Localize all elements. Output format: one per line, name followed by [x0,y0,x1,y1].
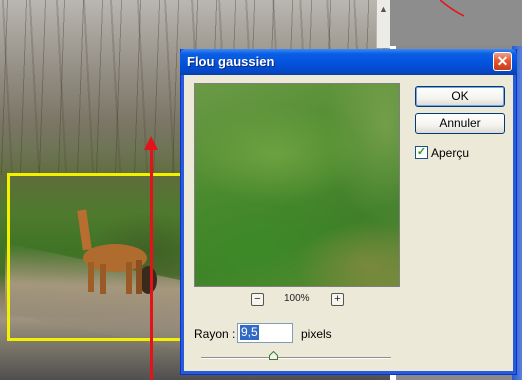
close-icon: ✕ [496,53,509,69]
checkmark-icon: ✓ [416,146,427,158]
radius-unit: pixels [301,327,332,341]
dialog-titlebar[interactable]: Flou gaussien ✕ [180,49,517,75]
radius-input[interactable]: 9,5 [237,323,293,343]
preview-checkbox-label: Aperçu [431,146,470,160]
zoom-in-button[interactable]: + [331,293,344,306]
ok-button[interactable]: OK [415,86,505,107]
radius-value: 9,5 [240,325,259,340]
preview-image[interactable] [194,83,400,287]
zoom-controls: − 100% + [251,293,351,309]
dialog-title: Flou gaussien [187,54,275,69]
zoom-level: 100% [284,293,310,304]
selection-rectangle [7,173,185,341]
red-arrow [150,148,153,380]
radius-label: Rayon : [194,327,236,341]
preview-checkbox[interactable]: ✓ [415,146,428,159]
red-arrow-head [144,136,158,150]
zoom-in-icon: + [334,293,341,305]
red-annotation-curve [440,0,465,17]
cancel-button[interactable]: Annuler [415,113,505,134]
gaussian-blur-dialog: Flou gaussien ✕ − 100% + OK Annuler ✓ Ap… [180,49,517,375]
zoom-out-button[interactable]: − [251,293,264,306]
close-button[interactable]: ✕ [493,52,512,71]
slider-thumb-icon[interactable] [269,351,278,360]
radius-slider-track[interactable] [201,357,391,359]
photo-scrollbar[interactable]: ▲ [376,0,391,48]
scroll-up-icon[interactable]: ▲ [379,4,388,14]
zoom-out-icon: − [254,293,261,305]
